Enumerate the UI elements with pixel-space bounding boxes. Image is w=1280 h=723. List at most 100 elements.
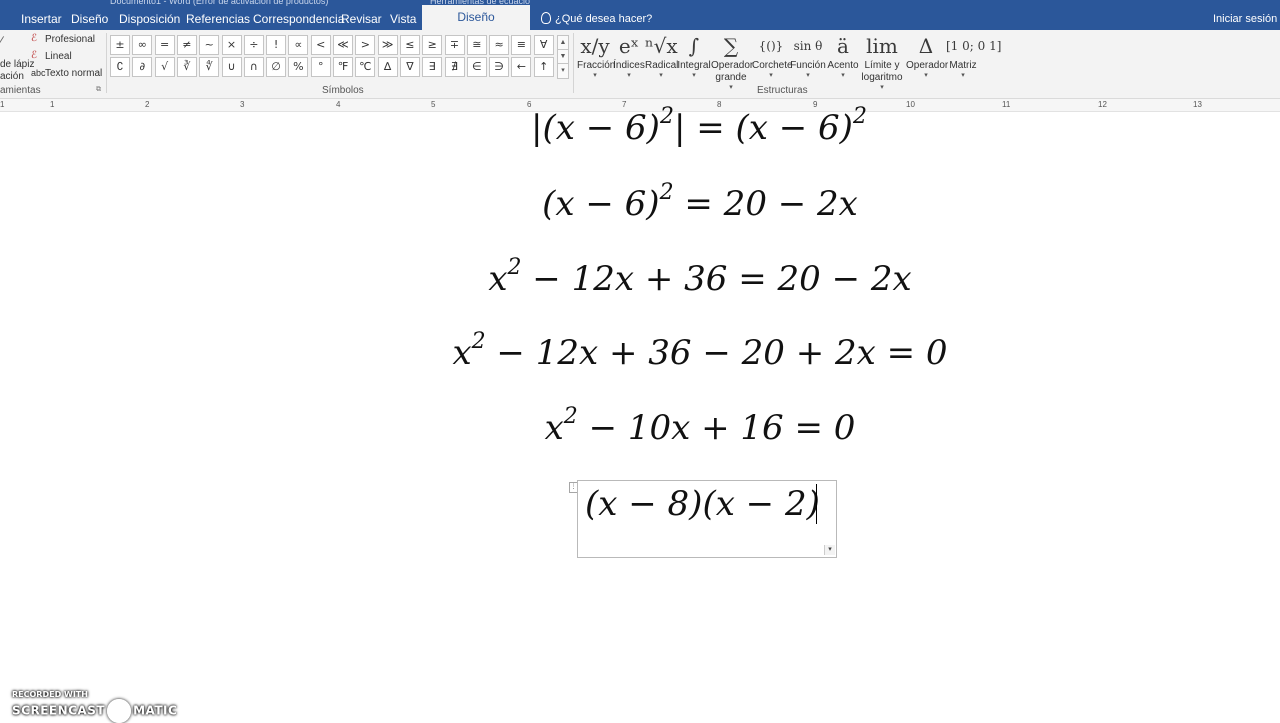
dropdown-caret-icon: ▾ — [924, 72, 928, 79]
symbol-button[interactable]: > — [355, 35, 376, 55]
symbol-button[interactable]: = — [154, 35, 175, 55]
structure-glyph-icon: ⁿ√x — [645, 34, 678, 58]
structure-label-2: logaritmo — [861, 72, 903, 83]
screencast-logo-icon — [107, 699, 132, 723]
symbol-button[interactable]: ℉ — [333, 57, 353, 77]
tab-referencias[interactable]: Referencias — [186, 8, 250, 30]
symbol-button[interactable]: ≈ — [489, 35, 510, 55]
symbols-gallery: ± ∞ = ≠ ~ × ÷! ∝ < ≪ > ≫ ≤ ≥ ∓ ≅ ≈ ≡ ∀ ∁ ∂ √ ∛ ∜ ∪ ∩ ∅% ° ℉ ℃ ∆ ∇ ∃ ∄ ∈ ∋ ← ↑ — [110, 35, 555, 78]
structure-fracción-button[interactable]: x/y Fracción ▾ — [577, 32, 616, 80]
symbol-button[interactable]: ∄ — [444, 57, 465, 77]
symbol-button[interactable]: ° — [310, 57, 331, 77]
symbol-button[interactable]: ∞ — [132, 35, 153, 55]
equation-3: x2 − 12x + 36 = 20 − 2x — [488, 255, 912, 299]
tab-insertar[interactable]: Insertar — [21, 8, 62, 30]
symbol-button[interactable]: ∋ — [489, 57, 510, 77]
tools-group-label: amientas — [0, 85, 41, 96]
symbol-button[interactable]: ~ — [199, 35, 220, 55]
symbol-button[interactable]: ∛ — [176, 57, 197, 77]
equation-5: x2 − 10x + 16 = 0 — [544, 404, 856, 448]
tab-vista[interactable]: Vista — [390, 8, 416, 30]
symbol-button[interactable]: ≡ — [511, 35, 532, 55]
structure-label: Integral — [677, 60, 711, 71]
tab-disposicion[interactable]: Disposición — [119, 8, 180, 30]
structure-label: Corchete — [752, 60, 793, 71]
structure-glyph-icon: x/y — [580, 34, 610, 58]
linear-button[interactable]: Lineal — [45, 51, 72, 62]
symbol-button[interactable]: ∆ — [377, 57, 398, 77]
dropdown-caret-icon: ▾ — [593, 72, 597, 79]
tab-correspondencia[interactable]: Correspondencia — [253, 8, 344, 30]
ribbon-separator — [573, 33, 574, 93]
normal-text-icon: abc — [31, 68, 46, 78]
symbol-button[interactable]: ∈ — [466, 57, 487, 77]
active-equation[interactable]: (x − 8)(x − 2) — [577, 484, 843, 524]
structure-radical-button[interactable]: ⁿ√x Radical ▾ — [645, 32, 679, 80]
symbols-group-label: Símbolos — [322, 85, 364, 96]
symbols-more-icon[interactable]: ▾ — [557, 63, 569, 79]
symbol-button[interactable]: ≠ — [176, 35, 197, 55]
structure-operador-button[interactable]: Δ Operador ▾ — [906, 32, 948, 80]
symbol-button[interactable]: ∝ — [288, 35, 309, 55]
symbol-button[interactable]: ! — [266, 35, 287, 55]
symbol-button[interactable]: ∓ — [444, 35, 465, 55]
symbol-button[interactable]: ≫ — [377, 35, 398, 55]
symbol-button[interactable]: ÷ — [243, 35, 264, 55]
symbol-button[interactable]: ≥ — [422, 35, 443, 55]
symbol-button[interactable]: ℃ — [355, 57, 376, 77]
symbol-button[interactable]: ∅ — [266, 57, 287, 77]
symbol-button[interactable]: < — [310, 35, 331, 55]
symbol-button[interactable]: ∀ — [533, 35, 554, 55]
structure-glyph-icon: ∫ — [688, 34, 700, 58]
symbol-button[interactable]: ≪ — [333, 35, 353, 55]
symbol-button[interactable]: ± — [110, 35, 130, 55]
tab-revisar[interactable]: Revisar — [341, 8, 382, 30]
structure-label: Índices — [613, 60, 645, 71]
symbol-button[interactable]: ∂ — [132, 57, 153, 77]
structure-glyph-icon: ä — [837, 34, 849, 58]
structure-operador-button[interactable]: ∑ Operador grande ▾ — [711, 32, 753, 92]
equation-options-dropdown-icon[interactable]: ▾ — [824, 545, 835, 555]
tab-diseno-ecuacion[interactable]: Diseño — [422, 5, 530, 30]
professional-icon: ℰ — [31, 33, 38, 44]
symbol-button[interactable]: ≤ — [399, 35, 420, 55]
structure-corchete-button[interactable]: {()} Corchete ▾ — [752, 32, 793, 80]
structure-acento-button[interactable]: ä Acento ▾ — [827, 32, 859, 80]
structure-límite-y-button[interactable]: lim Límite y logaritmo ▾ — [859, 32, 905, 92]
symbol-button[interactable]: ≅ — [466, 35, 487, 55]
symbol-button[interactable]: % — [288, 57, 309, 77]
structure-integral-button[interactable]: ∫ Integral ▾ — [677, 32, 711, 80]
symbol-button[interactable]: ← — [511, 57, 532, 77]
structure-label: Fracción — [577, 60, 616, 71]
symbol-button[interactable]: ∁ — [110, 57, 130, 77]
professional-button[interactable]: Profesional — [45, 34, 95, 45]
dropdown-caret-icon: ▾ — [659, 72, 663, 79]
structure-glyph-icon: lim — [866, 34, 898, 58]
search-tell-me[interactable]: ¿Qué desea hacer? — [555, 8, 652, 30]
symbol-button[interactable]: ∜ — [199, 57, 220, 77]
tab-diseno[interactable]: Diseño — [71, 8, 108, 30]
symbol-button[interactable]: ∪ — [221, 57, 242, 77]
structure-label: Radical — [645, 60, 679, 71]
symbol-button[interactable]: ∃ — [422, 57, 443, 77]
normal-text-button[interactable]: Texto normal — [45, 68, 102, 79]
ink-equation-label-2[interactable]: ación — [0, 71, 24, 82]
structure-índices-button[interactable]: eˣ Índices ▾ — [613, 32, 645, 80]
structure-función-button[interactable]: sin θ Función ▾ — [790, 32, 826, 80]
symbol-button[interactable]: ∇ — [399, 57, 420, 77]
symbol-button[interactable]: √ — [154, 57, 175, 77]
structure-matriz-button[interactable]: [1 0; 0 1] Matriz ▾ — [946, 32, 1001, 80]
structure-label-2: grande — [715, 72, 747, 83]
symbol-button[interactable]: × — [221, 35, 242, 55]
dropdown-caret-icon: ▾ — [729, 84, 733, 91]
dialog-launcher-icon[interactable]: ⧉ — [96, 86, 101, 94]
ribbon-separator — [106, 33, 107, 93]
ink-equation-label-1[interactable]: de lápiz — [0, 59, 34, 70]
sign-in-link[interactable]: Iniciar sesión — [1213, 8, 1277, 30]
symbol-button[interactable]: ↑ — [533, 57, 554, 77]
structure-glyph-icon: Δ — [918, 34, 934, 58]
structure-label: Matriz — [949, 60, 977, 71]
structure-glyph-icon: sin θ — [793, 39, 823, 53]
ink-pen-icon: ∕ — [0, 33, 3, 49]
symbol-button[interactable]: ∩ — [243, 57, 264, 77]
